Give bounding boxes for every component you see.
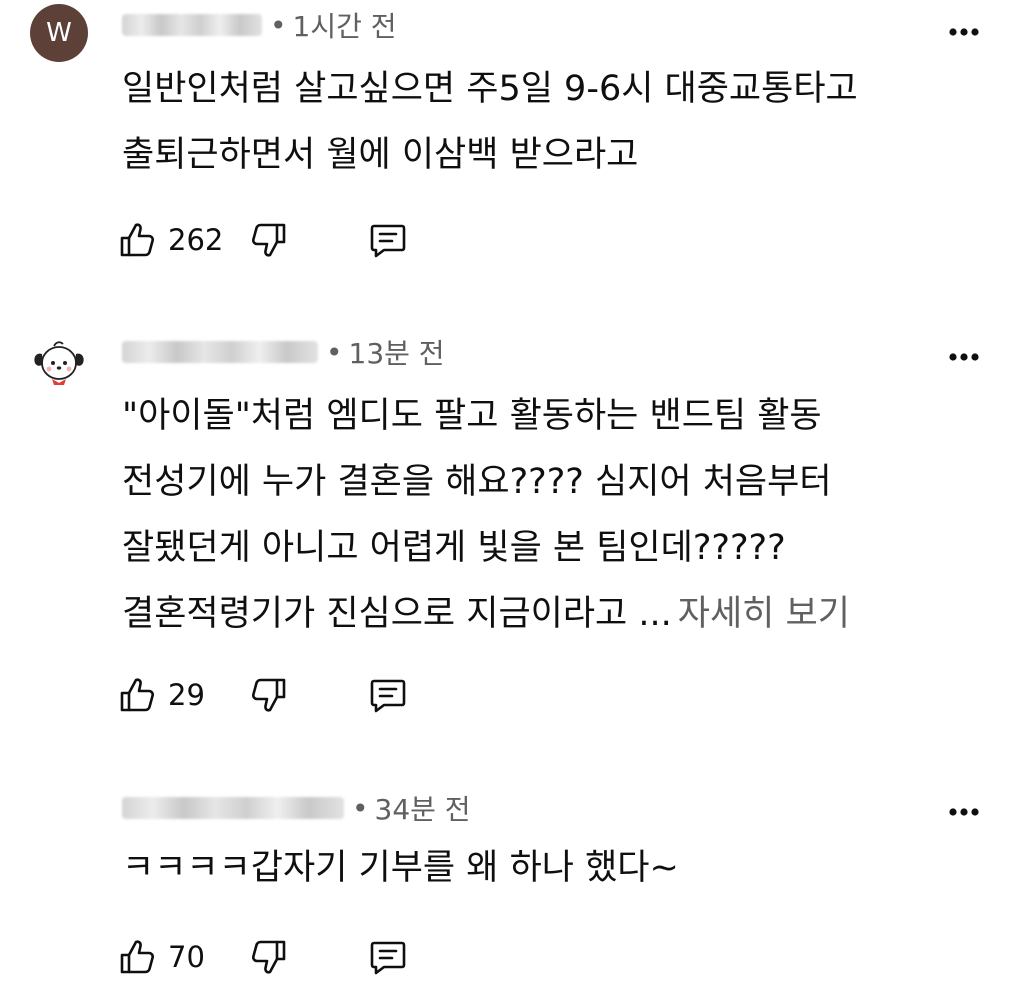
thumbs-down-icon[interactable] xyxy=(248,675,288,715)
comment-time: 1시간 전 xyxy=(292,10,397,43)
comment-line: 잘됐던게 아니고 어렵게 빛을 본 팀인데????? xyxy=(122,528,786,568)
blurred-username[interactable] xyxy=(122,14,262,36)
avatar[interactable]: W xyxy=(30,4,88,62)
more-options-icon[interactable] xyxy=(944,342,984,372)
comment-meta: • 13분 전 xyxy=(122,332,445,372)
like-count: 70 xyxy=(168,940,205,974)
comment: W • 1시간 전 일반인처럼 살고싶으면 주5일 9-6시 대중교통타고 출퇴… xyxy=(0,0,1024,300)
comment-actions: 70 xyxy=(118,935,408,979)
reply-comment-icon[interactable] xyxy=(368,675,408,715)
separator-dot: • xyxy=(352,791,369,825)
more-options-icon[interactable] xyxy=(944,797,984,827)
separator-dot: • xyxy=(326,335,343,369)
reply-comment-icon[interactable] xyxy=(368,220,408,260)
comment-time: 13분 전 xyxy=(348,337,445,370)
thumbs-down-icon[interactable] xyxy=(248,220,288,260)
comment-line: 전성기에 누가 결혼을 해요???? 심지어 처음부터 xyxy=(122,462,832,502)
thumbs-up-icon[interactable] xyxy=(118,675,158,715)
comment-line: 일반인처럼 살고싶으면 주5일 9-6시 대중교통타고 xyxy=(122,69,858,109)
comment-actions: 262 xyxy=(118,218,408,262)
comment-meta: • 1시간 전 xyxy=(122,5,397,45)
like-count: 262 xyxy=(168,223,224,257)
comment-line: "아이돌"처럼 엠디도 팔고 활동하는 밴드팀 활동 xyxy=(122,396,822,436)
blurred-username[interactable] xyxy=(122,797,344,819)
comment: • 13분 전 "아이돌"처럼 엠디도 팔고 활동하는 밴드팀 활동 전성기에 … xyxy=(0,326,1024,746)
comment-line-text: 결혼적령기가 진심으로 지금이라고 ... xyxy=(122,594,672,634)
comment-line: ㅋㅋㅋㅋ갑자기 기부를 왜 하나 했다~ xyxy=(122,848,679,888)
comment-text: "아이돌"처럼 엠디도 팔고 활동하는 밴드팀 활동 전성기에 누가 결혼을 해… xyxy=(122,383,982,647)
comment-text: ㅋㅋㅋㅋ갑자기 기부를 왜 하나 했다~ xyxy=(122,835,982,901)
comment-text: 일반인처럼 살고싶으면 주5일 9-6시 대중교통타고 출퇴근하면서 월에 이삼… xyxy=(122,56,982,188)
comment-meta: • 34분 전 xyxy=(122,788,471,828)
comment-line: 출퇴근하면서 월에 이삼백 받으라고 xyxy=(122,135,639,175)
comment-actions: 29 xyxy=(118,673,408,717)
reply-comment-icon[interactable] xyxy=(368,937,408,977)
thumbs-up-icon[interactable] xyxy=(118,220,158,260)
thumbs-up-icon[interactable] xyxy=(118,937,158,977)
puppy-character-icon[interactable] xyxy=(30,332,88,390)
comment-line: 결혼적령기가 진심으로 지금이라고 ... 자세히 보기 xyxy=(122,581,982,647)
comment-time: 34분 전 xyxy=(374,793,471,826)
like-count: 29 xyxy=(168,678,205,712)
separator-dot: • xyxy=(270,8,287,42)
blurred-username[interactable] xyxy=(122,341,318,363)
read-more-link[interactable]: 자세히 보기 xyxy=(678,594,850,634)
more-options-icon[interactable] xyxy=(944,17,984,47)
avatar-letter: W xyxy=(46,18,72,48)
thumbs-down-icon[interactable] xyxy=(248,937,288,977)
comment: • 34분 전 ㅋㅋㅋㅋ갑자기 기부를 왜 하나 했다~ 70 xyxy=(0,782,1024,998)
